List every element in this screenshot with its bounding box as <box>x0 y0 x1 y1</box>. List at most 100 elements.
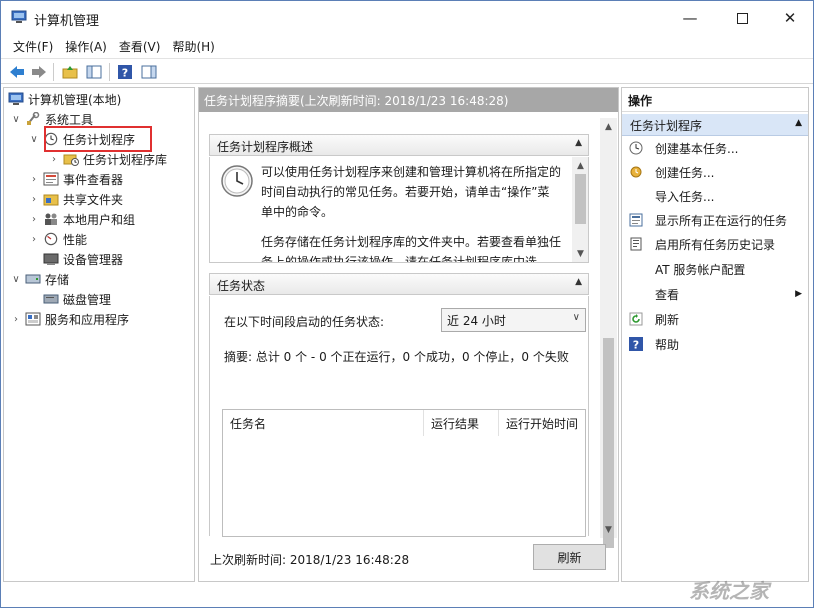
collapsed-chevron-icon[interactable]: › <box>10 314 22 325</box>
tree-item-disk-management[interactable]: 磁盘管理 <box>43 289 111 309</box>
status-period-select[interactable]: 近 24 小时 ∨ <box>441 308 586 332</box>
tree-item-device-manager[interactable]: 设备管理器 <box>43 249 123 269</box>
tree-item-performance[interactable]: › 性能 <box>28 229 87 249</box>
forward-icon[interactable] <box>30 63 48 81</box>
disk-management-icon <box>43 294 59 304</box>
tree-item-label: 事件查看器 <box>63 172 124 187</box>
collapsed-chevron-icon[interactable]: › <box>28 194 40 205</box>
refresh-icon <box>629 312 643 326</box>
actions-subheader-label: 任务计划程序 <box>630 119 703 133</box>
column-header-run-result[interactable]: 运行结果 <box>424 410 499 436</box>
services-icon <box>25 312 41 326</box>
performance-icon <box>44 232 58 246</box>
action-create-basic-task[interactable]: 创建基本任务... <box>622 137 808 159</box>
tree-item-label: 共享文件夹 <box>63 192 124 207</box>
action-label: 显示所有正在运行的任务 <box>655 213 788 228</box>
menu-view[interactable]: 查看(V) <box>113 35 167 57</box>
overview-scrollbar[interactable]: ▲ ▼ <box>572 157 588 262</box>
collapse-icon[interactable]: ▲ <box>575 138 582 148</box>
show-hide-action-pane-icon[interactable] <box>140 63 158 81</box>
action-label: AT 服务帐户配置 <box>655 262 746 277</box>
shared-folder-icon <box>43 194 59 206</box>
tree-item-task-scheduler-library[interactable]: › 任务计划程序库 <box>48 149 167 169</box>
tree-item-shared-folders[interactable]: › 共享文件夹 <box>28 189 123 209</box>
tree-item-label: 计算机管理(本地) <box>28 92 122 107</box>
action-at-service-account[interactable]: AT 服务帐户配置 <box>622 258 808 280</box>
minimize-button[interactable]: — <box>667 1 713 35</box>
overview-section-header[interactable]: 任务计划程序概述 ▲ <box>209 134 589 156</box>
menu-action[interactable]: 操作(A) <box>59 35 113 57</box>
close-button[interactable]: ✕ <box>767 1 813 35</box>
folder-clock-icon <box>63 154 79 166</box>
overview-paragraph-2: 任务存储在任务计划程序库的文件夹中。若要查看单独任务上的操作或执行该操作，请在任… <box>261 235 562 263</box>
tree-item-local-users-groups[interactable]: › 本地用户和组 <box>28 209 135 229</box>
help-icon[interactable]: ? <box>116 63 134 81</box>
collapsed-chevron-icon[interactable]: › <box>28 234 40 245</box>
device-manager-icon <box>43 253 59 265</box>
collapse-icon[interactable]: ▲ <box>795 118 802 128</box>
last-refresh-text: 上次刷新时间: 2018/1/23 16:48:28 <box>210 553 410 567</box>
expanded-chevron-icon[interactable]: ∨ <box>10 114 22 125</box>
action-create-task[interactable]: 创建任务... <box>622 161 808 183</box>
menu-file[interactable]: 文件(F) <box>7 35 59 57</box>
maximize-icon <box>736 12 748 24</box>
tree-item-label: 设备管理器 <box>63 252 124 267</box>
action-label: 创建基本任务... <box>655 141 739 156</box>
scroll-up-icon[interactable]: ▲ <box>572 157 588 174</box>
tree-item-services-apps[interactable]: › 服务和应用程序 <box>10 309 129 329</box>
action-enable-task-history[interactable]: 启用所有任务历史记录 <box>622 233 808 255</box>
action-refresh[interactable]: 刷新 <box>622 308 808 330</box>
actions-subheader-task-scheduler[interactable]: 任务计划程序 ▲ <box>622 114 808 136</box>
overview-paragraph-1: 可以使用任务计划程序来创建和管理计算机将在所指定的时间自动执行的常见任务。若要开… <box>261 165 562 219</box>
overview-body: 可以使用任务计划程序来创建和管理计算机将在所指定的时间自动执行的常见任务。若要开… <box>209 157 589 263</box>
expanded-chevron-icon[interactable]: ∨ <box>28 134 40 145</box>
collapsed-chevron-icon[interactable]: › <box>28 214 40 225</box>
center-scrollbar[interactable]: ▲ ▼ <box>600 118 617 548</box>
back-icon[interactable] <box>8 63 26 81</box>
users-icon <box>45 213 57 225</box>
svg-text:?: ? <box>122 67 128 80</box>
refresh-button[interactable]: 刷新 <box>533 544 606 570</box>
action-help[interactable]: ? 帮助 <box>622 333 808 355</box>
task-status-section-header[interactable]: 任务状态 ▲ <box>209 273 589 295</box>
scroll-up-icon[interactable]: ▲ <box>600 118 617 135</box>
action-label: 导入任务... <box>655 189 715 204</box>
maximize-button[interactable] <box>719 1 765 35</box>
menu-help[interactable]: 帮助(H) <box>166 35 220 57</box>
period-selected-value: 近 24 小时 <box>447 314 506 328</box>
action-show-running-tasks[interactable]: 显示所有正在运行的任务 <box>622 209 808 231</box>
collapsed-chevron-icon[interactable]: › <box>48 154 60 165</box>
scroll-down-icon[interactable]: ▼ <box>600 521 617 538</box>
event-viewer-icon <box>43 172 59 186</box>
watermark: 系统之家 <box>689 579 769 603</box>
action-label: 帮助 <box>655 337 680 352</box>
action-import-task[interactable]: 导入任务... <box>622 185 808 207</box>
action-view[interactable]: 查看 ▶ <box>622 283 808 305</box>
show-hide-tree-icon[interactable] <box>85 63 103 81</box>
action-label: 刷新 <box>655 312 680 327</box>
action-label: 创建任务... <box>655 165 715 180</box>
window-title: 计算机管理 <box>34 14 100 29</box>
scroll-down-icon[interactable]: ▼ <box>572 245 588 262</box>
toolbar-separator <box>53 63 54 81</box>
tree-item-storage[interactable]: ∨ 存储 <box>10 269 69 289</box>
overview-scroll-thumb[interactable] <box>575 174 586 224</box>
actions-pane: 操作 任务计划程序 ▲ 创建基本任务... 创建任务... 导入任务... 显示… <box>621 87 809 582</box>
up-folder-icon[interactable] <box>61 63 79 81</box>
collapse-icon[interactable]: ▲ <box>575 277 582 287</box>
center-scroll-thumb[interactable] <box>603 338 614 548</box>
summary-header: 任务计划程序摘要(上次刷新时间: 2018/1/23 16:48:28) <box>199 88 618 112</box>
create-task-icon <box>630 166 642 178</box>
navigation-tree: 计算机管理(本地) ∨ 系统工具 ∨ 任务计划程序 › 任务计划程序库 › 事件… <box>3 87 195 582</box>
tree-item-root[interactable]: 计算机管理(本地) <box>8 89 121 109</box>
collapsed-chevron-icon[interactable]: › <box>28 174 40 185</box>
tree-item-label: 本地用户和组 <box>63 212 136 227</box>
status-summary: 摘要: 总计 0 个 - 0 个正在运行，0 个成功，0 个停止，0 个失败 <box>224 350 569 364</box>
svg-text:?: ? <box>633 339 639 352</box>
tree-item-event-viewer[interactable]: › 事件查看器 <box>28 169 123 189</box>
computer-management-icon <box>11 10 27 23</box>
help-icon: ? <box>629 337 643 351</box>
expanded-chevron-icon[interactable]: ∨ <box>10 274 22 285</box>
column-header-run-start-time[interactable]: 运行开始时间 <box>499 410 585 436</box>
column-header-task-name[interactable]: 任务名 <box>223 410 424 436</box>
